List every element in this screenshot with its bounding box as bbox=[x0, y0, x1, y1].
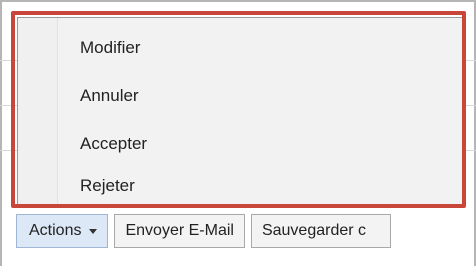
save-button-label: Sauvegarder c bbox=[261, 222, 367, 239]
send-email-button[interactable]: Envoyer E-Mail bbox=[114, 214, 245, 248]
actions-button[interactable]: Actions bbox=[16, 214, 109, 248]
save-button[interactable]: Sauvegarder c bbox=[250, 214, 391, 248]
toolbar: Actions Envoyer E-Mail Sauvegarder c bbox=[16, 214, 391, 248]
actions-button-label: Actions bbox=[29, 222, 82, 239]
page-border-top bbox=[0, 0, 476, 2]
page-border-left bbox=[0, 0, 2, 266]
caret-down-icon bbox=[89, 228, 98, 234]
highlight-frame bbox=[11, 11, 466, 208]
send-email-label: Envoyer E-Mail bbox=[125, 222, 234, 239]
